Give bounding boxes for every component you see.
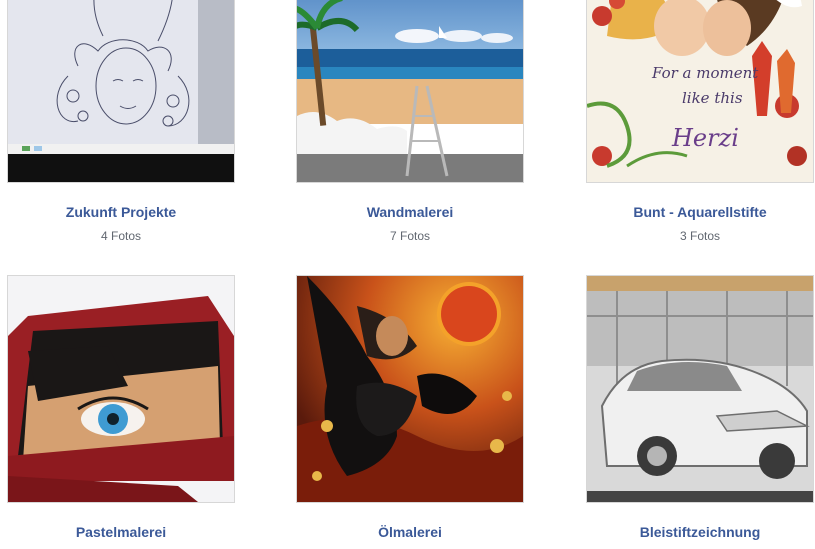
album-thumbnail-bleistiftzeichnung[interactable]	[586, 275, 814, 503]
album-card: Zukunft Projekte 4 Fotos	[7, 0, 235, 243]
album-title-link[interactable]: Bunt - Aquarellstifte	[586, 204, 814, 220]
album-title-link[interactable]: Pastelmalerei	[7, 524, 235, 540]
photo-count: 7 Fotos	[389, 229, 431, 243]
artwork-signature: Herzi	[671, 124, 739, 152]
album-thumbnail-wandmalerei[interactable]	[296, 0, 524, 183]
artwork-caption: like this	[682, 89, 743, 107]
album-title-link[interactable]: Zukunft Projekte	[7, 204, 235, 220]
artwork-caption: For a moment	[651, 64, 759, 82]
photo-count: 4 Fotos	[100, 229, 142, 243]
album-thumbnail-pastelmalerei[interactable]	[7, 275, 235, 503]
album-title-link[interactable]: Wandmalerei	[296, 204, 524, 220]
photo-count: 3 Fotos	[679, 229, 721, 243]
album-card: Bleistiftzeichnung	[586, 275, 814, 549]
album-title-link[interactable]: Bleistiftzeichnung	[586, 524, 814, 540]
album-thumbnail-oelmalerei[interactable]	[296, 275, 524, 503]
album-card: Ölmalerei	[296, 275, 524, 549]
album-thumbnail-bunt-aquarellstifte[interactable]: For a moment like this Herzi	[586, 0, 814, 183]
album-card: For a moment like this Herzi Bunt - Aqua…	[586, 0, 814, 243]
album-card: Pastelmalerei	[7, 275, 235, 549]
album-card: Wandmalerei 7 Fotos	[296, 0, 524, 243]
album-thumbnail-zukunft-projekte[interactable]	[7, 0, 235, 183]
album-title-link[interactable]: Ölmalerei	[296, 524, 524, 540]
